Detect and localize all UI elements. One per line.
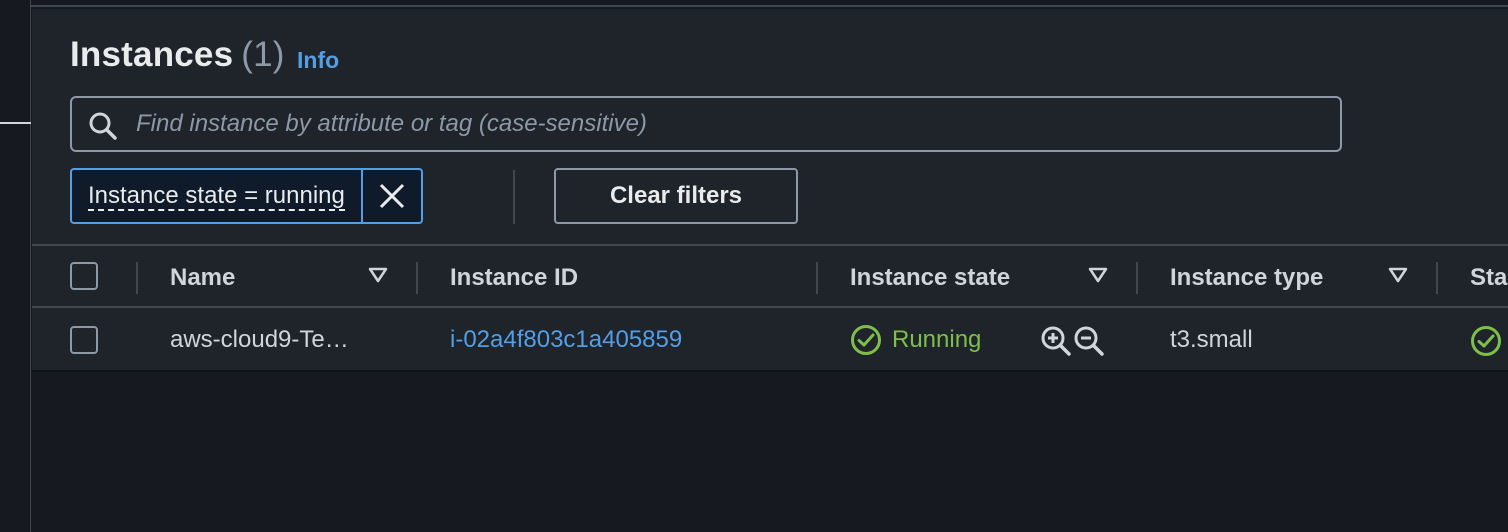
column-header-instance-type[interactable]: Instance type — [1170, 262, 1323, 294]
column-header-name[interactable]: Name — [170, 262, 235, 294]
filter-token-label[interactable]: Instance state = running — [72, 170, 363, 222]
clear-filters-button[interactable]: Clear filters — [554, 168, 798, 224]
select-all-checkbox[interactable] — [70, 262, 98, 290]
search-icon — [89, 112, 117, 140]
check-circle-icon — [851, 325, 881, 355]
search-box — [70, 96, 1342, 152]
filter-token[interactable]: Instance state = running — [70, 168, 423, 224]
row-checkbox[interactable] — [70, 326, 98, 354]
instance-state: Running — [850, 324, 981, 356]
zoom-out-icon[interactable] — [1073, 325, 1105, 357]
instance-state-label: Running — [892, 326, 982, 353]
column-header-instance-state[interactable]: Instance state — [850, 262, 1010, 294]
title-text: Instances — [70, 35, 234, 74]
instance-count: (1) — [241, 35, 285, 74]
column-separator[interactable] — [136, 262, 138, 294]
sort-caret-icon[interactable] — [1088, 266, 1108, 284]
top-border — [0, 0, 1508, 7]
column-separator[interactable] — [816, 262, 818, 294]
column-separator[interactable] — [1136, 262, 1138, 294]
remove-filter-button[interactable] — [363, 170, 421, 222]
column-separator[interactable] — [416, 262, 418, 294]
instances-panel: Instances(1) Info Instance state = runni… — [32, 9, 1508, 532]
filter-divider — [513, 170, 515, 224]
zoom-in-icon[interactable] — [1040, 325, 1072, 357]
instance-id-link[interactable]: i-02a4f803c1a405859 — [450, 324, 682, 356]
column-header-instance-id[interactable]: Instance ID — [450, 262, 578, 294]
table-row[interactable]: aws-cloud9-Te… i-02a4f803c1a405859 Runni… — [32, 308, 1508, 372]
filter-token-text: Instance state = running — [88, 182, 345, 211]
column-header-status-check[interactable]: Sta — [1470, 262, 1507, 294]
close-icon — [379, 183, 404, 209]
left-rail — [0, 0, 31, 532]
instance-name: aws-cloud9-Te… — [170, 326, 349, 353]
sort-caret-icon[interactable] — [1388, 266, 1408, 284]
page-title: Instances (1) — [70, 35, 285, 75]
info-link[interactable]: Info — [297, 47, 339, 74]
instance-type: t3.small — [1170, 326, 1253, 353]
table-empty-area — [32, 372, 1508, 532]
table-header: Name Instance ID Instance state Instance… — [32, 244, 1508, 308]
check-circle-icon — [1471, 326, 1501, 356]
search-input[interactable] — [136, 106, 1316, 142]
column-separator[interactable] — [1436, 262, 1438, 294]
sort-caret-icon[interactable] — [368, 266, 388, 284]
rail-marker — [0, 122, 31, 124]
